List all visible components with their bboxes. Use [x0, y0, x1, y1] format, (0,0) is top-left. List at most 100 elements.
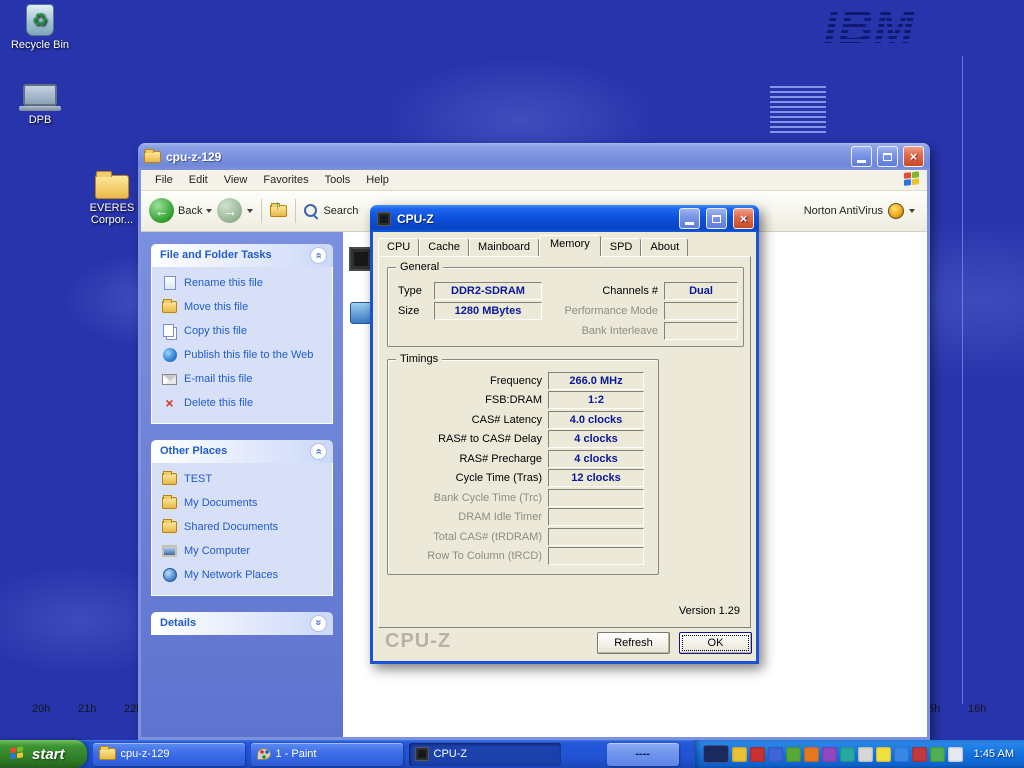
email-icon	[162, 374, 177, 385]
tray-icon[interactable]	[912, 747, 927, 762]
tray-icon[interactable]	[732, 747, 747, 762]
total-cas-label: Total CAS# (tRDRAM)	[394, 528, 542, 546]
tab-cache[interactable]: Cache	[419, 238, 469, 256]
taskbar-clock[interactable]: 1:45 AM	[974, 748, 1014, 760]
desktop-icon-everes[interactable]: EVERES Corpor...	[80, 175, 144, 226]
task-label[interactable]: Delete this file	[184, 397, 253, 409]
ok-button[interactable]: OK	[679, 632, 752, 654]
task-rename-file[interactable]: Rename this file	[162, 276, 324, 291]
details-header[interactable]: Details «	[151, 612, 333, 635]
tray-icon[interactable]	[948, 747, 963, 762]
move-icon	[162, 301, 177, 313]
laptop-icon	[23, 84, 57, 106]
size-label: Size	[398, 302, 432, 320]
place-shared-documents[interactable]: Shared Documents	[162, 520, 324, 535]
search-icon	[304, 204, 318, 218]
tray-icon[interactable]	[804, 747, 819, 762]
up-button[interactable]: ↑	[270, 205, 287, 217]
task-email-file[interactable]: E-mail this file	[162, 372, 324, 387]
minimize-button[interactable]	[851, 146, 872, 167]
task-delete-file[interactable]: ×Delete this file	[162, 396, 324, 411]
place-my-documents[interactable]: My Documents	[162, 496, 324, 511]
cycle-time-label: Cycle Time (Tras)	[394, 469, 542, 487]
other-places-panel: Other Places « TEST My Documents Shared …	[151, 440, 333, 596]
bank-interleave-field	[664, 322, 738, 340]
menu-edit[interactable]: Edit	[181, 172, 216, 188]
search-button[interactable]: Search	[304, 204, 358, 218]
tab-spd[interactable]: SPD	[601, 238, 642, 256]
tab-memory[interactable]: Memory	[539, 235, 601, 256]
task-label[interactable]: Rename this file	[184, 277, 263, 289]
back-arrow-glyph: ←	[155, 203, 169, 219]
other-places-header[interactable]: Other Places «	[151, 440, 333, 463]
place-label[interactable]: My Computer	[184, 545, 250, 557]
place-label[interactable]: My Network Places	[184, 569, 278, 581]
forward-dropdown-icon[interactable]	[247, 209, 253, 213]
desktop-icon-dpb[interactable]: DPB	[4, 84, 76, 126]
tray-language-widget[interactable]	[703, 745, 729, 763]
back-dropdown-icon[interactable]	[206, 209, 212, 213]
expand-button[interactable]: «	[310, 615, 327, 632]
task-label[interactable]: Copy this file	[184, 325, 247, 337]
menu-view[interactable]: View	[216, 172, 256, 188]
tray-icon[interactable]	[822, 747, 837, 762]
taskbar-button-cpuz[interactable]: CPU-Z	[409, 743, 561, 766]
close-button[interactable]: ×	[903, 146, 924, 167]
place-test[interactable]: TEST	[162, 472, 324, 487]
collapse-button[interactable]: «	[310, 443, 327, 460]
menu-file[interactable]: File	[147, 172, 181, 188]
flag-yellow	[17, 752, 23, 758]
tray-icon[interactable]	[840, 747, 855, 762]
explorer-titlebar[interactable]: cpu-z-129 ×	[138, 143, 930, 170]
file-tasks-header[interactable]: File and Folder Tasks «	[151, 244, 333, 267]
back-button[interactable]: ← Back	[149, 198, 212, 223]
menu-tools[interactable]: Tools	[317, 172, 359, 188]
cpuz-titlebar[interactable]: CPU-Z ×	[370, 205, 759, 232]
start-label: start	[32, 746, 65, 763]
maximize-icon	[712, 215, 721, 223]
task-label[interactable]: Publish this file to the Web	[184, 349, 313, 361]
task-move-file[interactable]: Move this file	[162, 300, 324, 315]
norton-antivirus-control[interactable]: Norton AntiVirus	[804, 203, 915, 219]
task-label[interactable]: E-mail this file	[184, 373, 252, 385]
tray-icon[interactable]	[768, 747, 783, 762]
task-label[interactable]: Move this file	[184, 301, 248, 313]
search-label: Search	[323, 205, 358, 217]
taskbar-button-minimized[interactable]: ----	[607, 743, 679, 766]
menu-help[interactable]: Help	[358, 172, 397, 188]
tab-mainboard[interactable]: Mainboard	[469, 238, 539, 256]
start-button[interactable]: start	[0, 740, 87, 768]
desktop-icon-recycle-bin[interactable]: ♻ Recycle Bin	[4, 4, 76, 51]
taskbar: start cpu-z-129 1 - Paint CPU-Z ---- 1:4…	[0, 740, 1024, 768]
tray-icon[interactable]	[876, 747, 891, 762]
tray-icon[interactable]	[930, 747, 945, 762]
task-publish-file[interactable]: Publish this file to the Web	[162, 348, 324, 363]
tray-icon[interactable]	[786, 747, 801, 762]
fsb-dram-field: 1:2	[548, 391, 644, 409]
task-copy-file[interactable]: Copy this file	[162, 324, 324, 339]
place-label[interactable]: TEST	[184, 473, 212, 485]
norton-dropdown-icon[interactable]	[909, 209, 915, 213]
forward-button[interactable]: →	[217, 198, 242, 223]
place-label[interactable]: My Documents	[184, 497, 257, 509]
minimize-button[interactable]	[679, 208, 700, 229]
tab-about[interactable]: About	[641, 238, 688, 256]
menu-favorites[interactable]: Favorites	[255, 172, 316, 188]
taskbar-button-explorer[interactable]: cpu-z-129	[93, 743, 245, 766]
maximize-button[interactable]	[706, 208, 727, 229]
taskbar-button-paint[interactable]: 1 - Paint	[251, 743, 403, 766]
collapse-button[interactable]: «	[310, 247, 327, 264]
tab-cpu[interactable]: CPU	[378, 238, 419, 256]
tray-icon[interactable]	[750, 747, 765, 762]
place-label[interactable]: Shared Documents	[184, 521, 278, 533]
close-button[interactable]: ×	[733, 208, 754, 229]
up-arrow-icon: ↑	[274, 198, 280, 212]
maximize-button[interactable]	[877, 146, 898, 167]
place-my-network[interactable]: My Network Places	[162, 568, 324, 583]
tray-icon[interactable]	[858, 747, 873, 762]
place-my-computer[interactable]: My Computer	[162, 544, 324, 559]
refresh-button[interactable]: Refresh	[597, 632, 670, 654]
file-icon-setup[interactable]	[350, 302, 372, 324]
tray-icon[interactable]	[894, 747, 909, 762]
norton-label: Norton AntiVirus	[804, 205, 883, 217]
